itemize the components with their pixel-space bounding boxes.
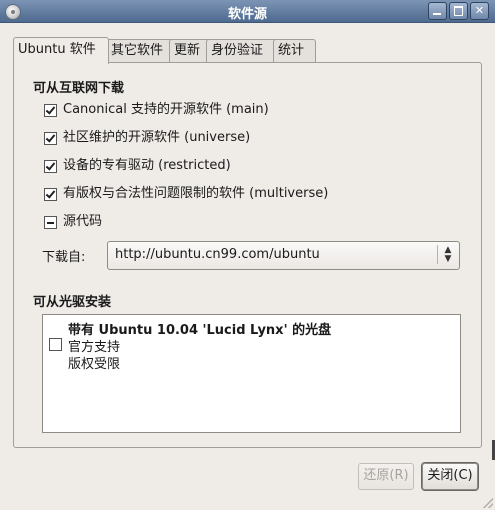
close-button[interactable]: 关闭(C) [422, 463, 478, 490]
tab-statistics[interactable]: 统计 [273, 39, 316, 62]
minimize-button[interactable] [428, 2, 447, 20]
source-multiverse-label: 有版权与合法性问题限制的软件 (multiverse) [63, 186, 329, 201]
download-from-label: 下载自: [42, 250, 86, 265]
maximize-icon [454, 6, 463, 16]
cdrom-restricted-copyright: 版权受限 [68, 357, 121, 372]
window-title: 软件源 [227, 7, 267, 22]
internet-section-title: 可从互联网下载 [33, 81, 125, 96]
source-main-label: Canonical 支持的开源软件 (main) [63, 102, 269, 117]
tab-updates[interactable]: 更新 [169, 39, 211, 62]
minimize-icon [433, 13, 441, 15]
cdrom-list[interactable]: 带有 Ubuntu 10.04 'Lucid Lynx' 的光盘 官方支持 版权… [42, 314, 461, 433]
close-icon: ✕ [474, 4, 485, 17]
revert-button[interactable]: 还原(R) [358, 463, 414, 490]
download-server-combo[interactable]: http://ubuntu.cn99.com/ubuntu ▲ ▼ [107, 241, 460, 270]
source-code-checkbox[interactable] [44, 216, 57, 229]
source-restricted-checkbox[interactable] [44, 160, 57, 173]
cdrom-checkbox[interactable] [49, 338, 62, 351]
combo-updown-icon: ▲ ▼ [444, 245, 452, 264]
tab-other-software[interactable]: 其它软件 [106, 39, 174, 62]
source-universe-checkbox[interactable] [44, 132, 57, 145]
combo-separator [437, 245, 438, 264]
tab-ubuntu-software[interactable]: Ubuntu 软件 [13, 37, 109, 64]
tab-authentication[interactable]: 身份验证 [206, 39, 278, 62]
source-universe-label: 社区维护的开源软件 (universe) [63, 130, 251, 145]
cdrom-section-title: 可从光驱安装 [33, 295, 112, 310]
title-bar[interactable]: 软件源 ✕ [0, 0, 495, 23]
source-restricted-label: 设备的专有驱动 (restricted) [63, 158, 231, 173]
download-server-value: http://ubuntu.cn99.com/ubuntu [115, 247, 320, 262]
source-main-checkbox[interactable] [44, 104, 57, 117]
resize-grip[interactable] [483, 498, 493, 508]
source-code-label: 源代码 [63, 214, 103, 229]
close-window-button[interactable]: ✕ [470, 2, 489, 20]
maximize-button[interactable] [449, 2, 468, 20]
source-multiverse-checkbox[interactable] [44, 188, 57, 201]
